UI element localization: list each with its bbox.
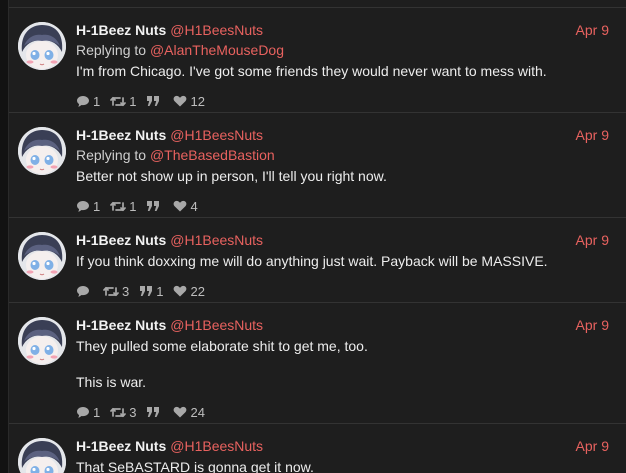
- comment-icon: [76, 200, 93, 213]
- heart-icon: [173, 406, 190, 418]
- post-paragraph: I'm from Chicago. I've got some friends …: [76, 63, 547, 79]
- reblog-button[interactable]: 3: [110, 405, 136, 420]
- reply-handle-link[interactable]: @TheBasedBastion: [150, 147, 275, 163]
- quote-icon: [146, 200, 163, 212]
- reblog-count: 1: [129, 93, 137, 109]
- post-date[interactable]: Apr 9: [576, 315, 609, 335]
- avatar[interactable]: [18, 438, 66, 473]
- post-text: I'm from Chicago. I've got some friends …: [76, 61, 609, 81]
- reply-button[interactable]: 1: [76, 199, 100, 214]
- comment-icon: [76, 95, 93, 108]
- action-bar: 1 1 4: [76, 198, 609, 214]
- quote-icon: [146, 95, 163, 107]
- like-count: 12: [190, 93, 205, 109]
- post-date[interactable]: Apr 9: [576, 230, 609, 250]
- reply-context: Replying to @AlanTheMouseDog: [76, 40, 609, 60]
- heart-icon: [173, 95, 190, 107]
- post[interactable]: H-1Beez Nuts @H1BeesNuts Apr 9 Replying t…: [9, 112, 626, 218]
- post-paragraph: They pulled some elaborate shit to get m…: [76, 338, 368, 354]
- heart-icon: [173, 285, 190, 297]
- action-bar: 3 1 22: [76, 283, 609, 299]
- reply-button[interactable]: [76, 285, 93, 298]
- quote-button[interactable]: [146, 95, 163, 107]
- comment-icon: [76, 285, 93, 298]
- like-button[interactable]: 22: [173, 283, 205, 299]
- like-button[interactable]: 12: [173, 93, 205, 109]
- retweet-icon: [103, 285, 122, 298]
- reblog-button[interactable]: 3: [103, 284, 129, 299]
- action-bar: 1 1 12: [76, 93, 609, 109]
- like-button[interactable]: 4: [173, 198, 198, 214]
- author-handle[interactable]: @H1BeesNuts: [170, 438, 263, 454]
- author-name[interactable]: H-1Beez Nuts: [76, 317, 166, 333]
- action-bar: 1 3 24: [76, 404, 609, 420]
- reply-count: 1: [93, 198, 101, 214]
- post[interactable]: H-1Beez Nuts @H1BeesNuts Apr 9 That SeBAS…: [9, 423, 626, 473]
- reblog-count: 1: [129, 198, 137, 214]
- like-button[interactable]: 24: [173, 404, 205, 420]
- author-name[interactable]: H-1Beez Nuts: [76, 232, 166, 248]
- author-name[interactable]: H-1Beez Nuts: [76, 127, 166, 143]
- reblog-count: 3: [122, 283, 130, 299]
- post[interactable]: H-1Beez Nuts @H1BeesNuts Apr 9 Replying t…: [9, 7, 626, 113]
- avatar[interactable]: [18, 317, 66, 365]
- reblog-count: 3: [129, 404, 137, 420]
- post-paragraph: If you think doxxing me will do anything…: [76, 253, 548, 269]
- post[interactable]: H-1Beez Nuts @H1BeesNuts Apr 9 If you thi…: [9, 217, 626, 303]
- post-feed: H-1Beez Nuts @H1BeesNuts Apr 9 Replying t…: [8, 0, 626, 473]
- reply-button[interactable]: 1: [76, 405, 100, 420]
- quote-button[interactable]: [146, 200, 163, 212]
- reply-count: 1: [93, 93, 101, 109]
- author-handle[interactable]: @H1BeesNuts: [170, 127, 263, 143]
- post-text: Better not show up in person, I'll tell …: [76, 166, 609, 186]
- author-handle[interactable]: @H1BeesNuts: [170, 22, 263, 38]
- reply-context: Replying to @TheBasedBastion: [76, 145, 609, 165]
- post-text: They pulled some elaborate shit to get m…: [76, 336, 609, 392]
- reblog-button[interactable]: 1: [110, 199, 136, 214]
- comment-icon: [76, 406, 93, 419]
- post[interactable]: H-1Beez Nuts @H1BeesNuts Apr 9 They pulle…: [9, 302, 626, 424]
- reply-handle-link[interactable]: @AlanTheMouseDog: [150, 42, 284, 58]
- post-text: If you think doxxing me will do anything…: [76, 251, 609, 271]
- quote-button[interactable]: [146, 406, 163, 418]
- retweet-icon: [110, 200, 129, 213]
- like-count: 24: [190, 404, 205, 420]
- retweet-icon: [110, 406, 129, 419]
- replying-to-label: Replying to: [76, 42, 147, 58]
- reblog-button[interactable]: 1: [110, 94, 136, 109]
- author-name[interactable]: H-1Beez Nuts: [76, 22, 166, 38]
- post-date[interactable]: Apr 9: [576, 125, 609, 145]
- avatar[interactable]: [18, 127, 66, 175]
- retweet-icon: [110, 95, 129, 108]
- like-count: 4: [190, 198, 198, 214]
- author-name[interactable]: H-1Beez Nuts: [76, 438, 166, 454]
- post-text: That SeBASTARD is gonna get it now.: [76, 457, 609, 473]
- quote-count: 1: [156, 283, 164, 299]
- quote-icon: [146, 406, 163, 418]
- post-date[interactable]: Apr 9: [576, 436, 609, 456]
- author-handle[interactable]: @H1BeesNuts: [170, 317, 263, 333]
- author-handle[interactable]: @H1BeesNuts: [170, 232, 263, 248]
- heart-icon: [173, 200, 190, 212]
- quote-button[interactable]: 1: [139, 284, 163, 299]
- post-paragraph: Better not show up in person, I'll tell …: [76, 168, 387, 184]
- avatar[interactable]: [18, 22, 66, 70]
- post-date[interactable]: Apr 9: [576, 20, 609, 40]
- avatar[interactable]: [18, 232, 66, 280]
- quote-icon: [139, 285, 156, 297]
- reply-button[interactable]: 1: [76, 94, 100, 109]
- post-paragraph: This is war.: [76, 374, 147, 390]
- like-count: 22: [190, 283, 205, 299]
- reply-count: 1: [93, 404, 101, 420]
- replying-to-label: Replying to: [76, 147, 147, 163]
- post-paragraph: That SeBASTARD is gonna get it now.: [76, 459, 314, 473]
